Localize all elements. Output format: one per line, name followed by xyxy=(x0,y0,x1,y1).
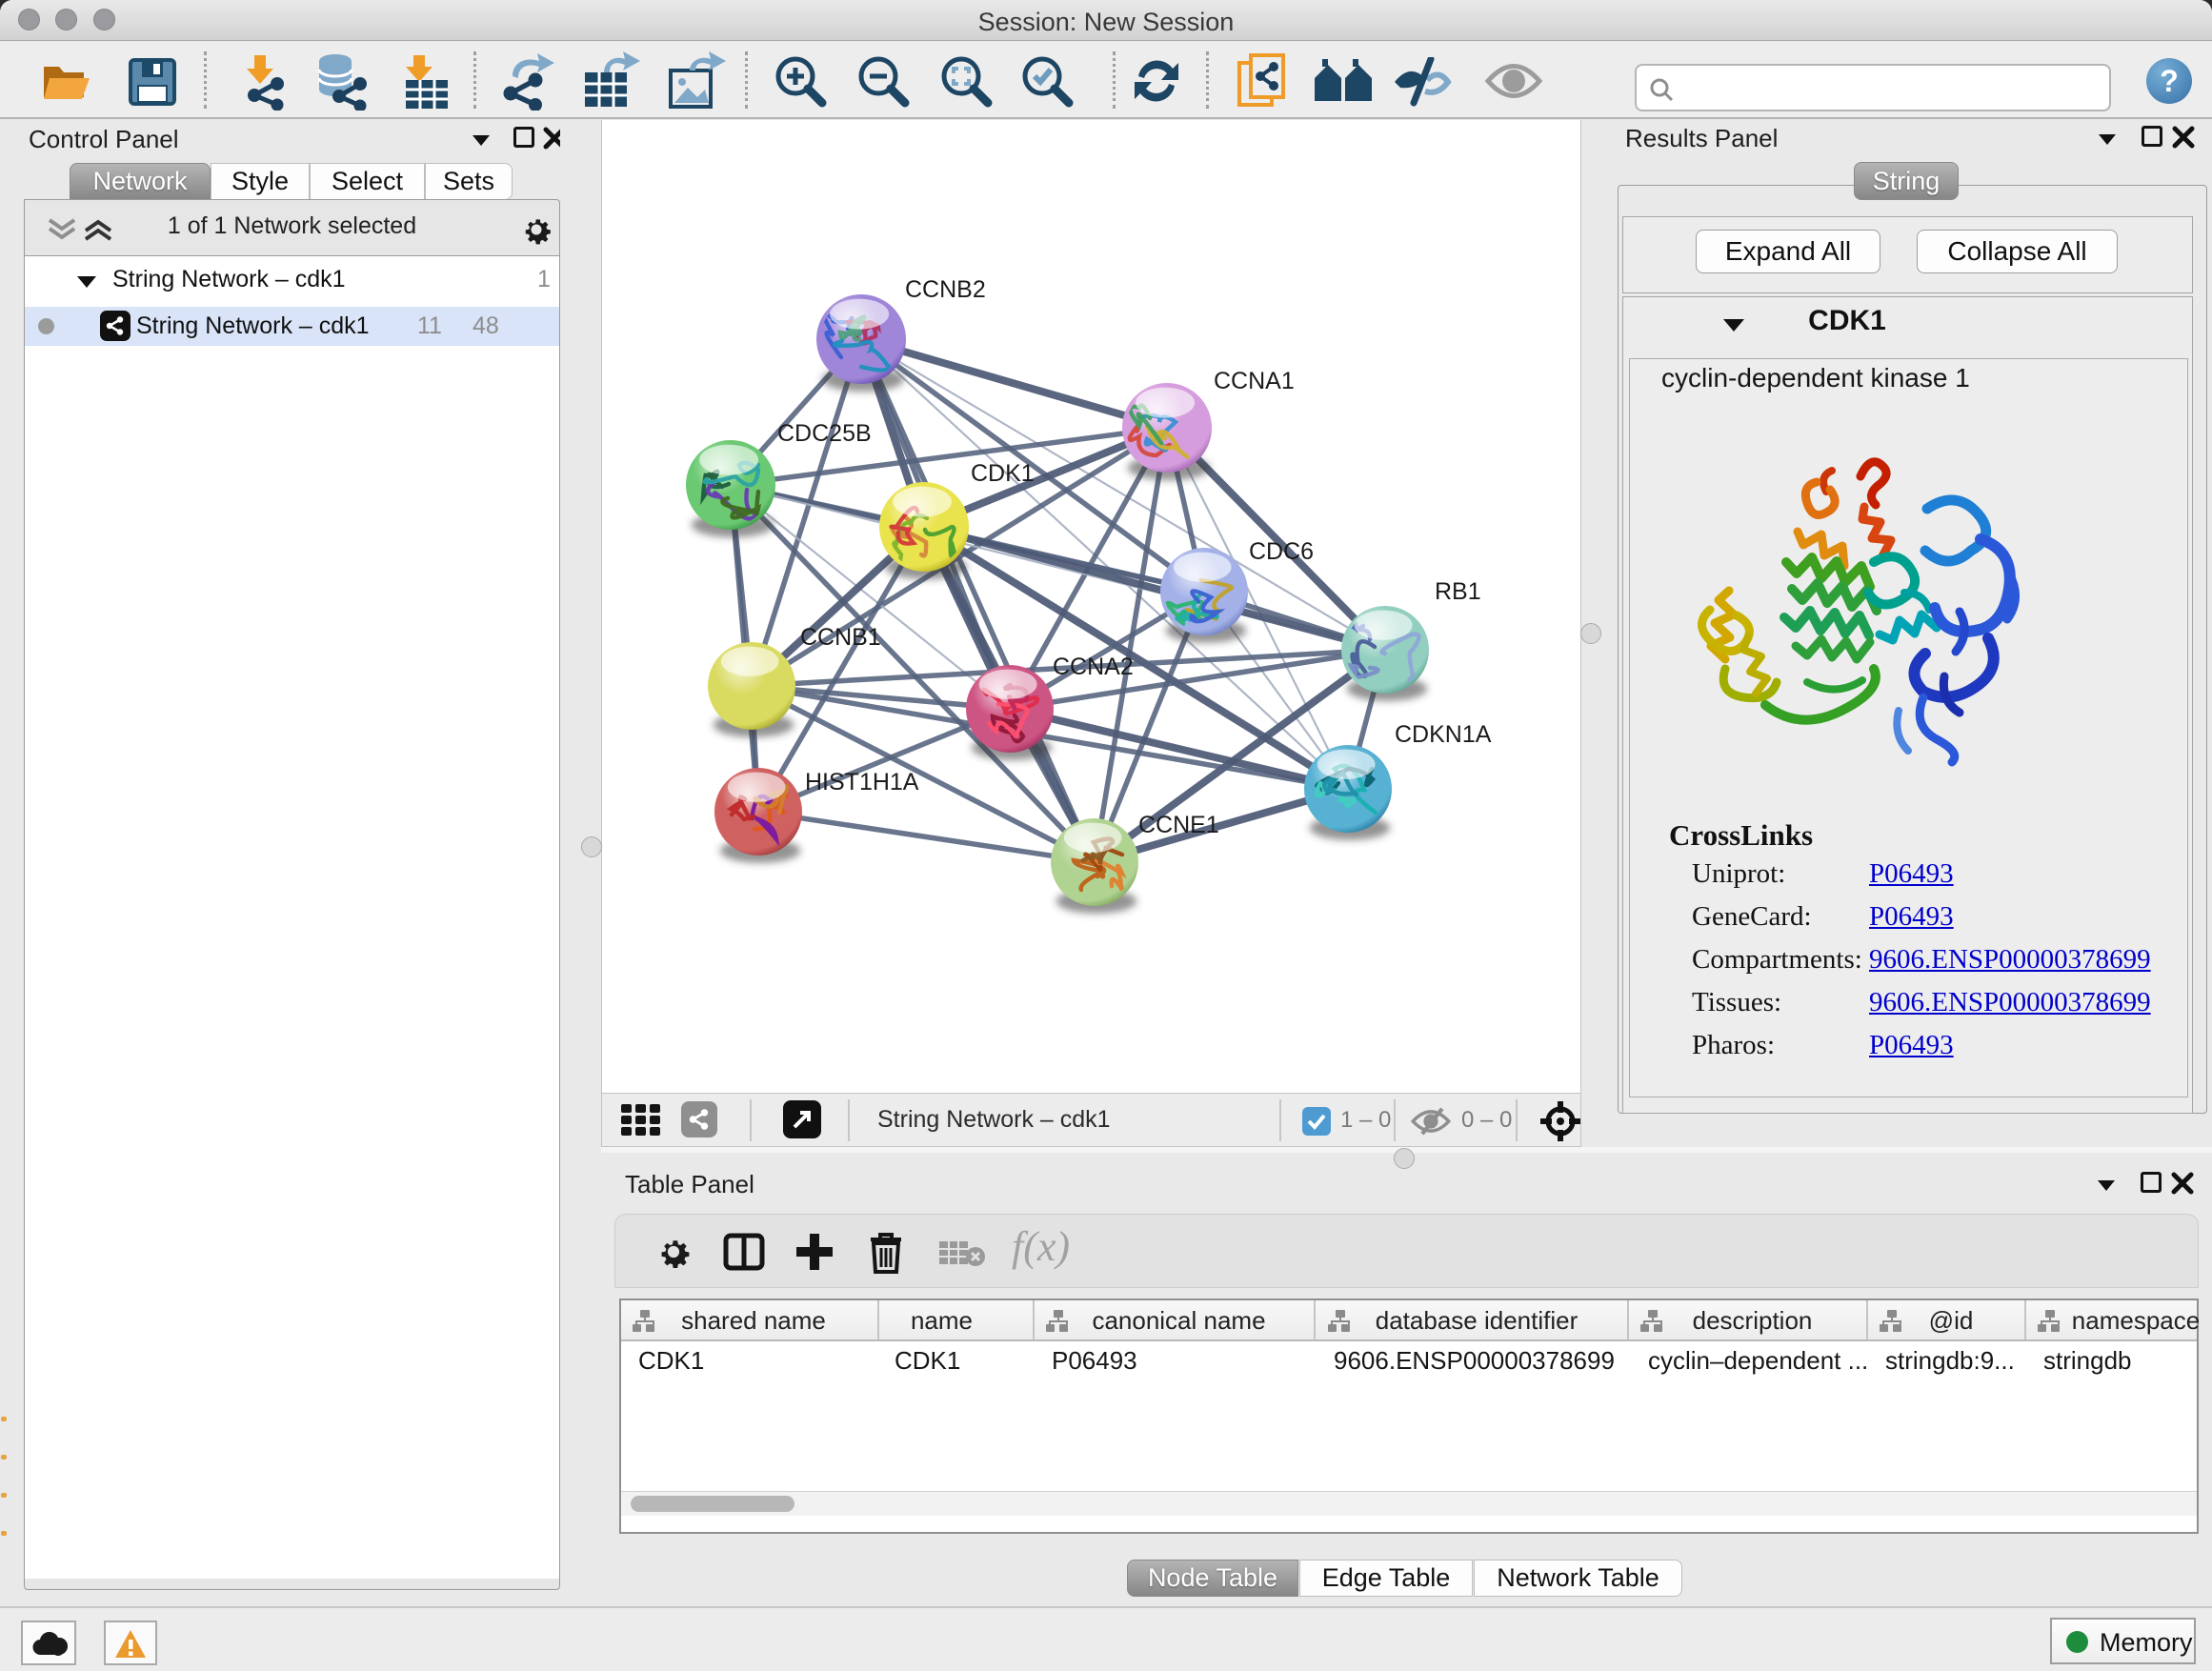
svg-text:CDC25B: CDC25B xyxy=(777,420,872,447)
svg-text:CDC6: CDC6 xyxy=(1249,538,1314,565)
svg-text:CCNB1: CCNB1 xyxy=(800,624,881,651)
svg-text:RB1: RB1 xyxy=(1435,578,1481,605)
svg-text:CDK1: CDK1 xyxy=(971,460,1035,487)
svg-text:HIST1H1A: HIST1H1A xyxy=(805,769,919,795)
svg-text:CDKN1A: CDKN1A xyxy=(1395,721,1492,748)
svg-text:CCNB2: CCNB2 xyxy=(905,276,986,303)
svg-text:CCNA2: CCNA2 xyxy=(1053,654,1134,680)
svg-text:CCNA1: CCNA1 xyxy=(1214,368,1295,394)
svg-text:CCNE1: CCNE1 xyxy=(1138,812,1219,838)
